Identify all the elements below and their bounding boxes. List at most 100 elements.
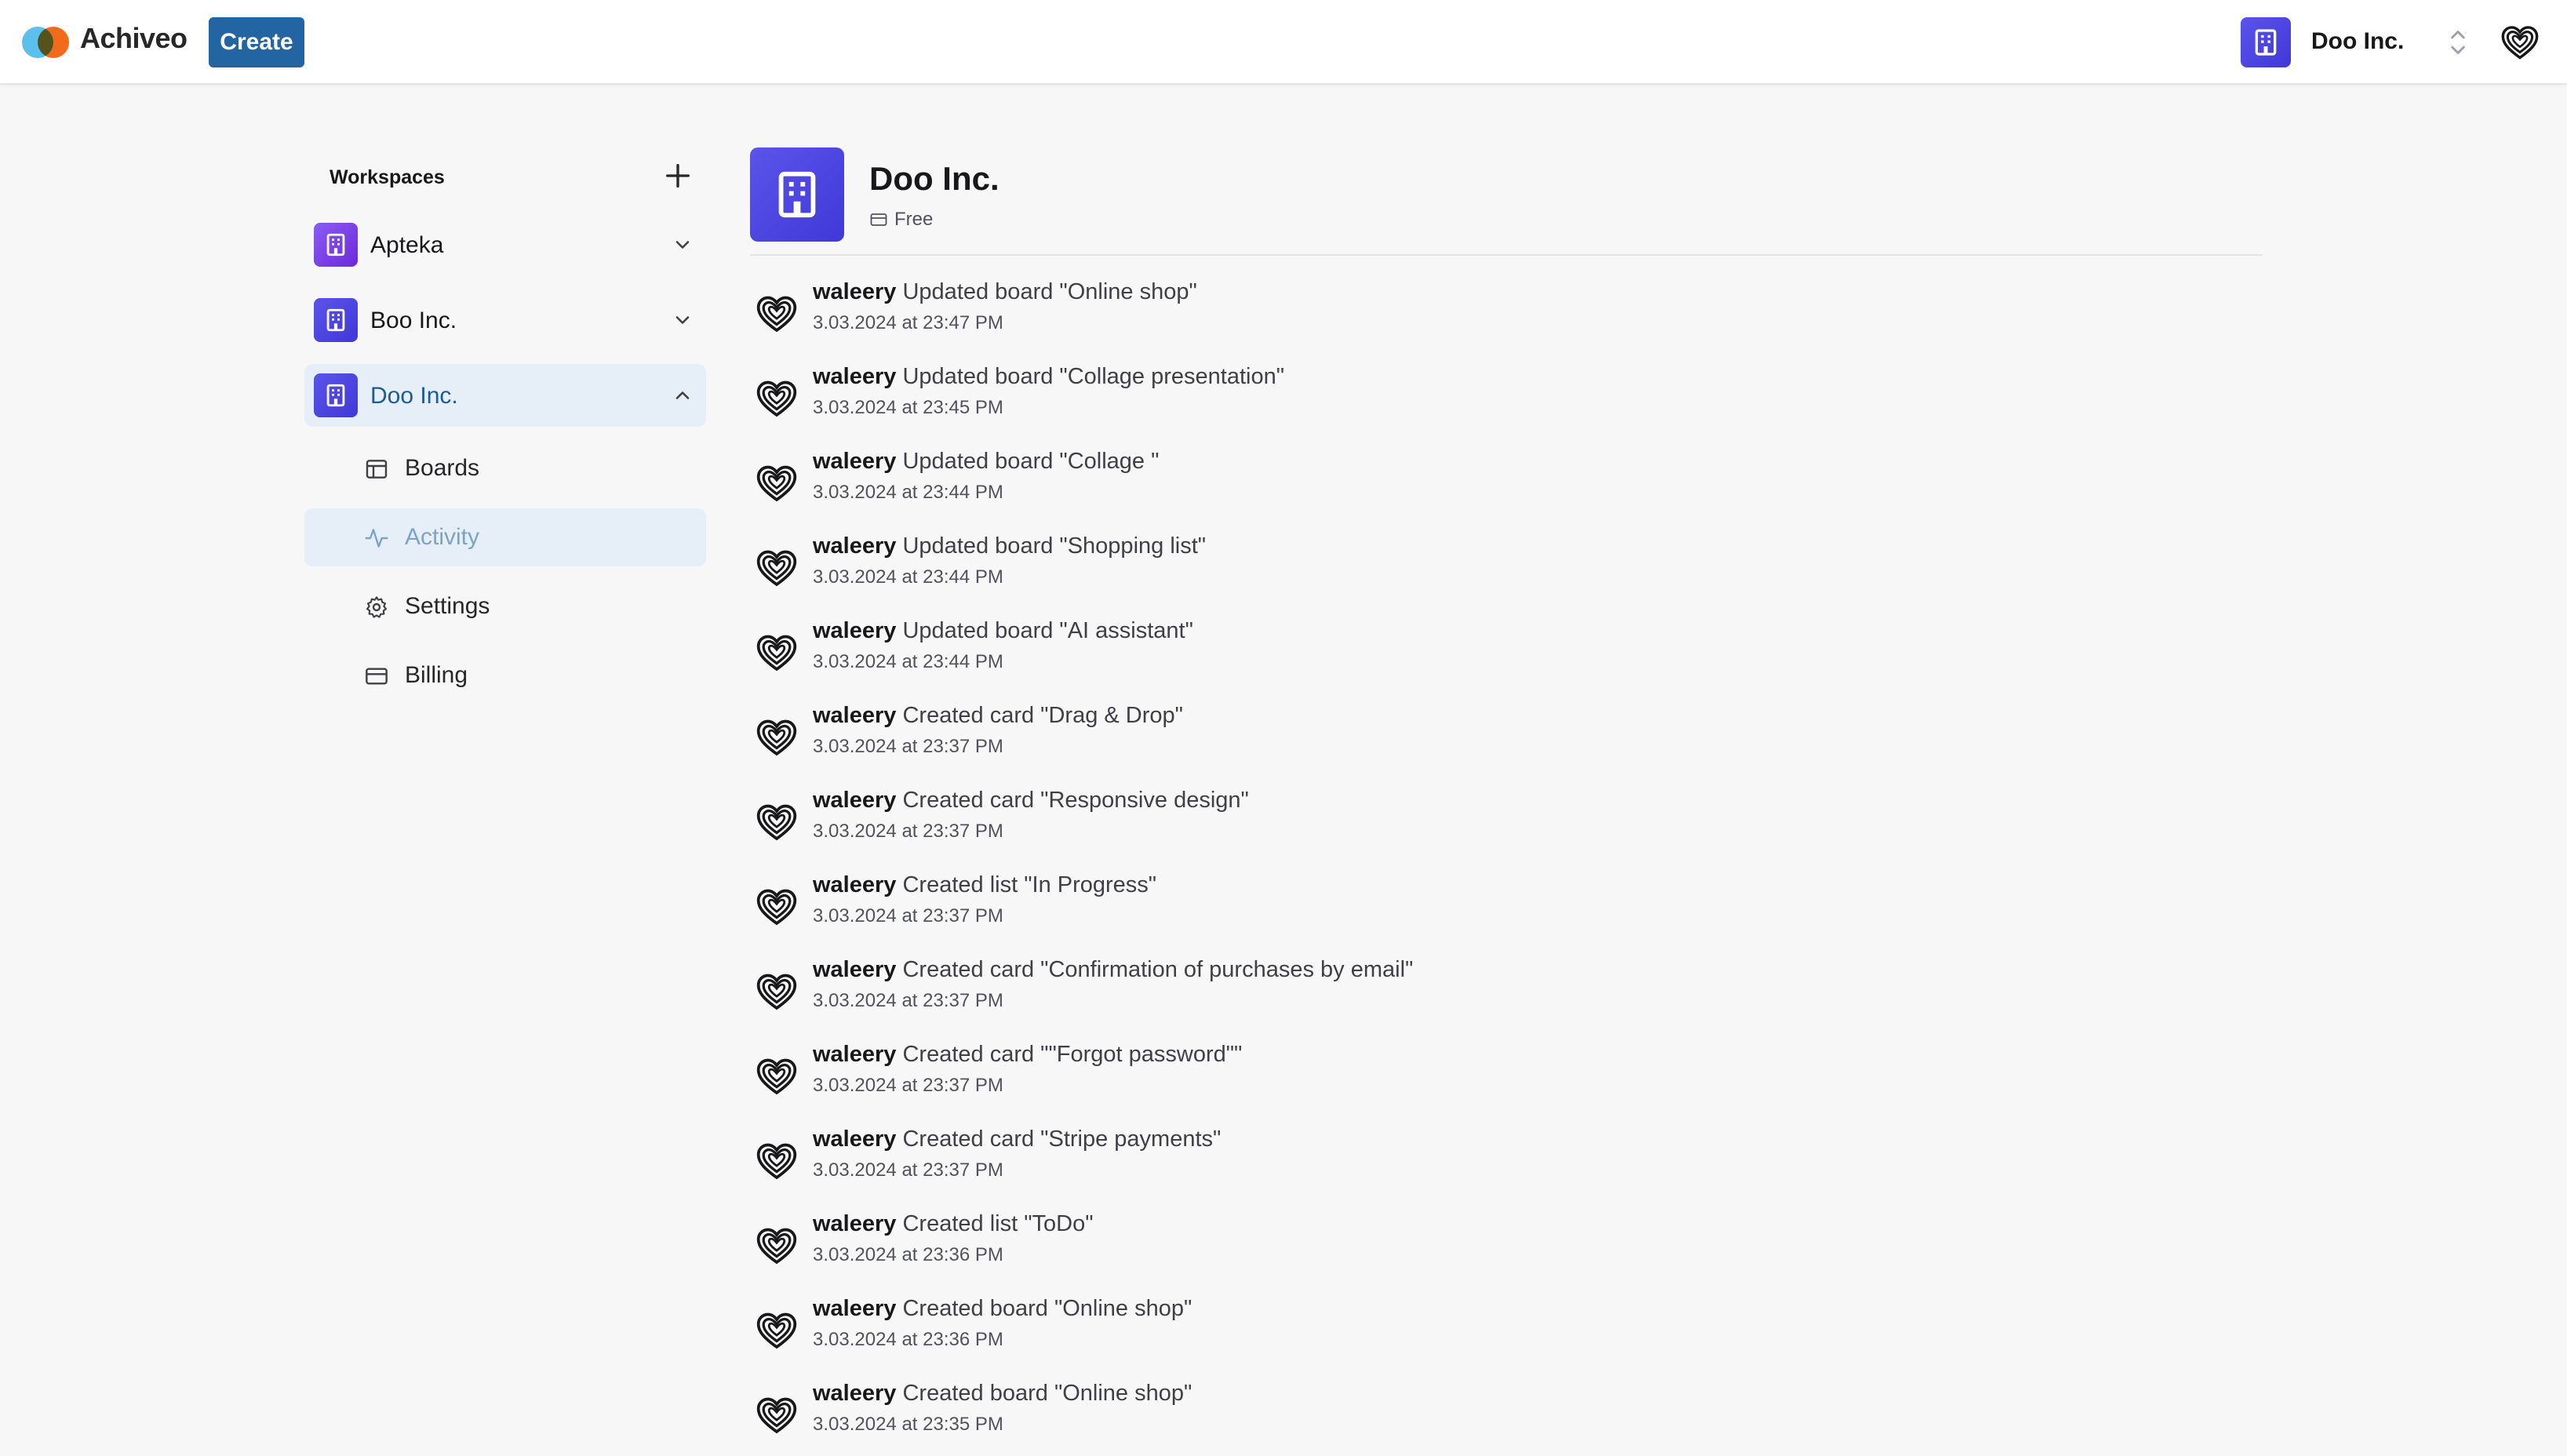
- create-button[interactable]: Create: [209, 17, 304, 67]
- activity-item: waleery Created list "ToDo" 3.03.2024 at …: [750, 1208, 2263, 1293]
- heart-avatar-icon: [2500, 22, 2540, 63]
- activity-message: waleery Created card "Responsive design": [813, 788, 1249, 814]
- activity-message: waleery Created board "Online shop": [813, 1296, 1192, 1322]
- user-avatar-icon: [755, 885, 799, 929]
- sidebar-item-activity[interactable]: Activity: [304, 508, 706, 566]
- activity-message: waleery Updated board "Collage ": [813, 449, 1159, 475]
- sidebar-item-label: Boards: [405, 455, 480, 481]
- credit-card-icon: [366, 668, 388, 685]
- activity-action: Updated board "Online shop": [902, 279, 1197, 304]
- activity-message: waleery Created card "Stripe payments": [813, 1127, 1221, 1152]
- divider: [750, 254, 2263, 256]
- activity-message: waleery Updated board "AI assistant": [813, 618, 1193, 644]
- activity-user: waleery: [813, 703, 897, 728]
- activity-message: waleery Created list "In Progress": [813, 872, 1156, 898]
- activity-user: waleery: [813, 1381, 897, 1406]
- sidebar-item-boards[interactable]: Boards: [304, 439, 706, 497]
- activity-message: waleery Created card ""Forgot password"": [813, 1042, 1242, 1068]
- activity-item: waleery Created card "Responsive design"…: [750, 784, 2263, 869]
- sidebar-item-label: Activity: [405, 524, 480, 550]
- activity-item: waleery Created list "In Progress" 3.03.2…: [750, 869, 2263, 954]
- activity-message: waleery Updated board "Online shop": [813, 279, 1197, 305]
- layout-icon: [366, 460, 388, 479]
- workspace-item-doo-inc[interactable]: Doo Inc.: [304, 364, 706, 427]
- building-icon: [2241, 17, 2291, 67]
- building-icon: [314, 223, 358, 267]
- user-avatar-icon: [755, 1393, 799, 1437]
- activity-timestamp: 3.03.2024 at 23:44 PM: [813, 651, 1003, 672]
- chevrons-up-down-icon: [2451, 31, 2465, 54]
- sidebar-item-settings[interactable]: Settings: [304, 577, 706, 635]
- activity-action: Created card "Drag & Drop": [902, 703, 1183, 728]
- activity-action: Created board "Online shop": [902, 1381, 1192, 1406]
- activity-timestamp: 3.03.2024 at 23:37 PM: [813, 905, 1003, 926]
- plan-badge: Free: [869, 209, 933, 231]
- current-org-name: Doo Inc.: [2311, 28, 2405, 54]
- workspace-item-boo-inc[interactable]: Boo Inc.: [304, 289, 706, 351]
- activity-action: Updated board "AI assistant": [902, 618, 1193, 643]
- activity-item: waleery Updated board "Collage presentat…: [750, 361, 2263, 446]
- activity-item: waleery Created board "Online shop" 3.03.…: [750, 1378, 2263, 1456]
- activity-action: Created card "Confirmation of purchases …: [902, 957, 1414, 982]
- sidebar-item-label: Billing: [405, 662, 468, 688]
- sidebar-item-billing[interactable]: Billing: [304, 646, 706, 704]
- activity-action: Created list "In Progress": [902, 872, 1157, 897]
- activity-item: waleery Updated board "Online shop" 3.03.…: [750, 276, 2263, 361]
- workspace-name: Boo Inc.: [370, 308, 457, 333]
- activity-user: waleery: [813, 533, 897, 559]
- activity-timestamp: 3.03.2024 at 23:37 PM: [813, 1075, 1003, 1096]
- activity-message: waleery Created card "Confirmation of pu…: [813, 957, 1413, 983]
- activity-item: waleery Updated board "Collage " 3.03.202…: [750, 446, 2263, 530]
- activity-user: waleery: [813, 1211, 897, 1236]
- activity-timestamp: 3.03.2024 at 23:37 PM: [813, 736, 1003, 757]
- chevron-up-icon: [675, 391, 690, 399]
- activity-user: waleery: [813, 279, 897, 304]
- activity-item: waleery Created board "Online shop" 3.03.…: [750, 1293, 2263, 1378]
- activity-user: waleery: [813, 618, 897, 643]
- top-navbar: Achiveo Create Doo Inc.: [0, 0, 2567, 85]
- activity-user: waleery: [813, 1296, 897, 1321]
- activity-timestamp: 3.03.2024 at 23:45 PM: [813, 397, 1003, 418]
- plan-label: Free: [894, 209, 934, 230]
- building-icon: [314, 298, 358, 342]
- activity-item: waleery Created card "Stripe payments" 3.…: [750, 1123, 2263, 1208]
- activity-action: Created board "Online shop": [902, 1296, 1192, 1321]
- sidebar-item-label: Settings: [405, 593, 490, 619]
- activity-user: waleery: [813, 957, 897, 982]
- activity-item: waleery Updated board "Shopping list" 3.0…: [750, 530, 2263, 615]
- activity-timestamp: 3.03.2024 at 23:47 PM: [813, 312, 1003, 333]
- chevron-down-icon: [675, 241, 690, 249]
- activity-action: Created card "Responsive design": [902, 788, 1249, 813]
- activity-message: waleery Created board "Online shop": [813, 1381, 1192, 1407]
- user-avatar-icon: [755, 970, 799, 1014]
- activity-user: waleery: [813, 872, 897, 897]
- user-avatar-icon: [755, 1054, 799, 1098]
- workspace-item-apteka[interactable]: Apteka: [304, 213, 706, 276]
- activity-timestamp: 3.03.2024 at 23:44 PM: [813, 482, 1003, 503]
- activity-user: waleery: [813, 1042, 897, 1067]
- user-avatar-icon: [755, 1139, 799, 1183]
- activity-action: Created card ""Forgot password"": [902, 1042, 1243, 1067]
- brand-name[interactable]: Achiveo: [80, 22, 188, 55]
- user-avatar-icon: [755, 1224, 799, 1268]
- workspaces-heading: Workspaces: [330, 166, 445, 188]
- activity-user: waleery: [813, 1127, 897, 1152]
- activity-message: waleery Updated board "Collage presentat…: [813, 364, 1284, 390]
- workspace-name: Apteka: [370, 232, 444, 258]
- activity-action: Created list "ToDo": [902, 1211, 1094, 1236]
- activity-message: waleery Created card "Drag & Drop": [813, 703, 1183, 729]
- activity-action: Updated board "Collage ": [902, 449, 1160, 474]
- activity-message: waleery Updated board "Shopping list": [813, 533, 1206, 559]
- achiveo-logo-icon[interactable]: [22, 24, 69, 58]
- activity-action: Created card "Stripe payments": [902, 1127, 1222, 1152]
- add-workspace-plus-icon[interactable]: [662, 160, 694, 191]
- activity-timestamp: 3.03.2024 at 23:36 PM: [813, 1244, 1003, 1265]
- user-avatar-icon: [755, 1309, 799, 1352]
- activity-timestamp: 3.03.2024 at 23:36 PM: [813, 1329, 1003, 1350]
- workspace-name: Doo Inc.: [370, 383, 458, 409]
- activity-action: Updated board "Shopping list": [902, 533, 1207, 559]
- organization-switcher[interactable]: Doo Inc.: [2241, 17, 2465, 67]
- user-avatar-button[interactable]: [2500, 22, 2540, 63]
- building-icon: [750, 147, 844, 242]
- activity-user: waleery: [813, 364, 897, 389]
